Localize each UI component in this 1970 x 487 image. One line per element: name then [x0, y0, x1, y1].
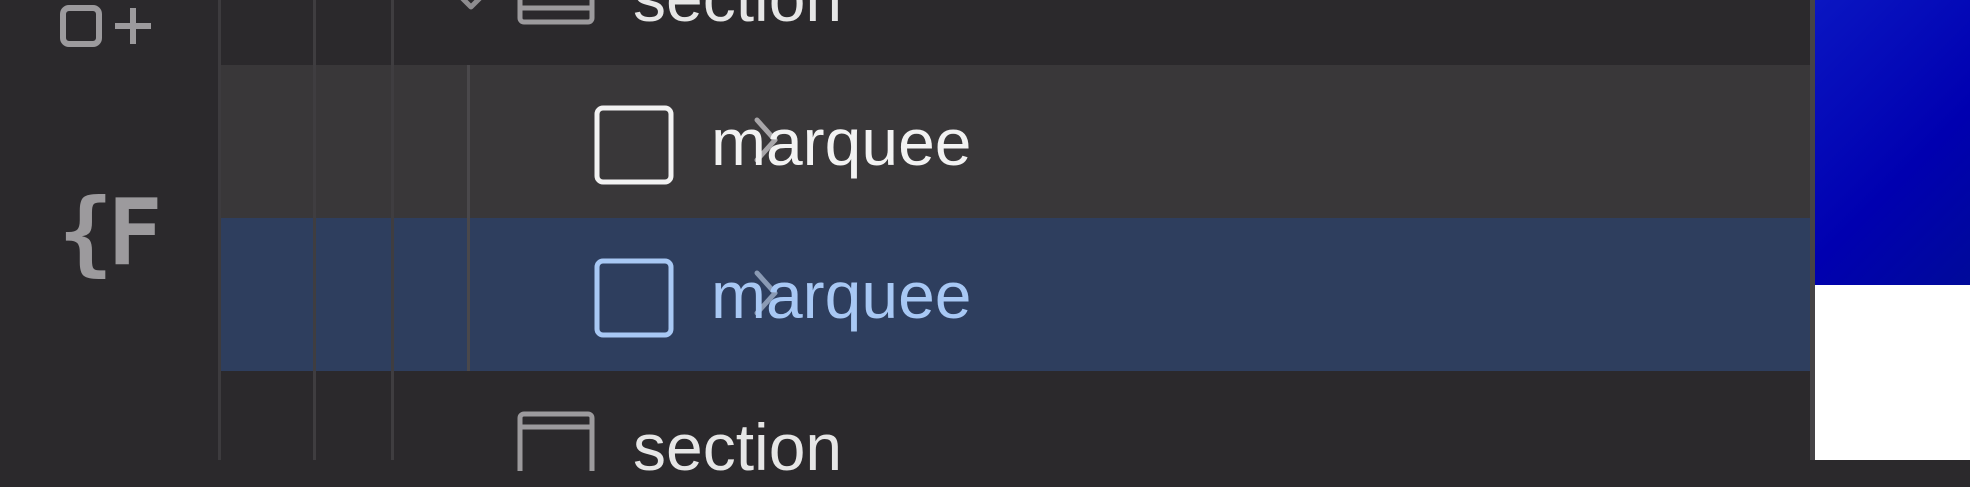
tree-row-section-expanded[interactable]: section — [221, 0, 1810, 65]
element-box-icon — [594, 105, 674, 185]
element-box-icon — [594, 258, 674, 338]
variables-icon[interactable]: {F — [58, 178, 163, 288]
canvas-blue-element[interactable] — [1815, 0, 1970, 285]
components-add-icon[interactable] — [55, 0, 165, 70]
tree-row-label: section — [633, 0, 842, 38]
tree-row-label: section — [633, 410, 843, 484]
section-icon — [517, 0, 595, 25]
section-icon — [517, 411, 595, 471]
tree-row-label: marquee — [711, 258, 972, 332]
chevron-down-icon[interactable] — [451, 0, 491, 35]
layers-tree: section marquee marquee section — [221, 0, 1810, 484]
indent-guide — [391, 0, 394, 460]
tree-row-section[interactable]: section — [221, 371, 1810, 484]
tree-row-marquee-selected[interactable]: marquee — [221, 218, 1810, 371]
left-icon-rail: {F — [0, 0, 218, 460]
indent-guide — [313, 0, 316, 460]
canvas-preview[interactable] — [1815, 0, 1970, 460]
indent-guide — [467, 65, 470, 371]
tree-row-label: marquee — [711, 105, 972, 179]
tree-row-marquee[interactable]: marquee — [221, 65, 1810, 218]
